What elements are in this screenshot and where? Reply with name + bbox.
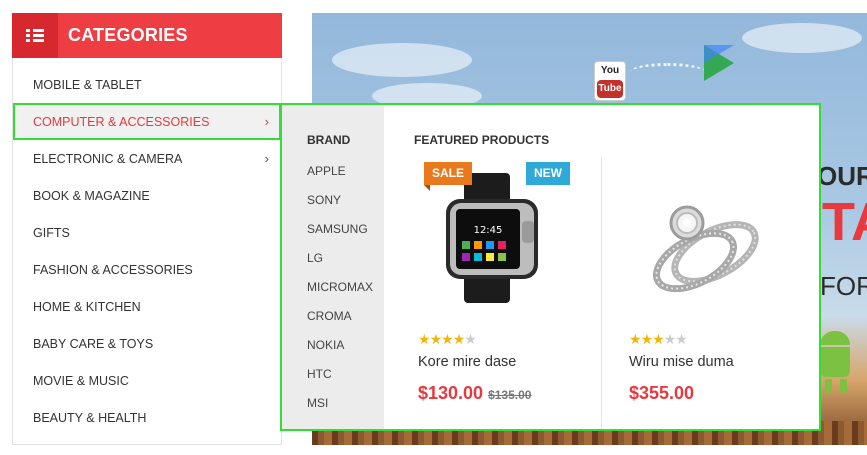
- category-label: BABY CARE & TOYS: [33, 336, 154, 351]
- category-item-home-kitchen[interactable]: HOME & KITCHEN: [13, 288, 281, 325]
- youtube-logo-bottom-text: Tube: [597, 80, 623, 98]
- banner-headline-line3: FOR: [820, 271, 867, 301]
- current-price: $355.00: [629, 383, 695, 403]
- category-item-baby-care-toys[interactable]: BABY CARE & TOYS: [13, 325, 281, 362]
- star-filled-icon: ★: [418, 331, 431, 347]
- product-divider: [601, 157, 602, 429]
- featured-products-heading: FEATURED PRODUCTS: [414, 133, 550, 147]
- dotted-arc-decoration: [630, 63, 705, 81]
- star-filled-icon: ★: [452, 331, 466, 347]
- category-item-gifts[interactable]: GIFTS: [13, 214, 281, 251]
- star-filled-icon: ★: [652, 331, 665, 347]
- cloud-decoration: [332, 43, 472, 77]
- star-empty-icon: ★: [663, 331, 677, 347]
- category-item-fashion-accessories[interactable]: FASHION & ACCESSORIES: [13, 251, 281, 288]
- youtube-logo-top-text: You: [600, 65, 620, 76]
- product-price: $130.00 $135.00: [418, 383, 531, 404]
- category-label: BEAUTY & HEALTH: [33, 410, 147, 425]
- star-filled-icon: ★: [441, 331, 454, 347]
- brand-column: [282, 105, 384, 429]
- star-rating: ★★★★★: [418, 331, 477, 348]
- brand-link-nokia[interactable]: NOKIA: [307, 338, 344, 352]
- mega-menu-panel: BRAND APPLE SONY SAMSUNG LG MICROMAX CRO…: [280, 103, 821, 431]
- star-empty-icon: ★: [464, 331, 477, 347]
- category-label: COMPUTER & ACCESSORIES: [33, 114, 210, 129]
- brand-link-micromax[interactable]: MICROMAX: [307, 280, 373, 294]
- category-list: MOBILE & TABLET COMPUTER & ACCESSORIES ›…: [12, 58, 282, 445]
- category-item-book-magazine[interactable]: BOOK & MAGAZINE: [13, 177, 281, 214]
- banner-headline-line2: TA: [822, 192, 867, 252]
- brand-link-lg[interactable]: LG: [307, 251, 323, 265]
- android-mascot-icon: [820, 331, 850, 397]
- category-item-computer-accessories[interactable]: COMPUTER & ACCESSORIES ›: [13, 103, 281, 140]
- star-filled-icon: ★: [429, 331, 443, 347]
- star-filled-icon: ★: [629, 331, 642, 347]
- brand-link-samsung[interactable]: SAMSUNG: [307, 222, 368, 236]
- category-label: ELECTRONIC & CAMERA: [33, 151, 183, 166]
- play-store-icon-accent: [704, 45, 734, 81]
- list-icon: [12, 13, 58, 58]
- chevron-right-icon: ›: [264, 151, 269, 166]
- svg-text:12:45: 12:45: [474, 225, 503, 236]
- category-label: MOVIE & MUSIC: [33, 373, 129, 388]
- categories-title: CATEGORIES: [68, 25, 188, 45]
- category-label: MOBILE & TABLET: [33, 77, 142, 92]
- brand-link-apple[interactable]: APPLE: [307, 164, 346, 178]
- category-item-electronic-camera[interactable]: ELECTRONIC & CAMERA ›: [13, 140, 281, 177]
- sale-badge: SALE: [424, 162, 473, 191]
- category-label: FASHION & ACCESSORIES: [33, 262, 193, 277]
- category-item-beauty-health[interactable]: BEAUTY & HEALTH: [13, 399, 281, 436]
- star-empty-icon: ★: [675, 331, 688, 347]
- category-item-movie-music[interactable]: MOVIE & MUSIC: [13, 362, 281, 399]
- brand-heading: BRAND: [307, 133, 351, 147]
- category-label: BOOK & MAGAZINE: [33, 188, 150, 203]
- product-price: $355.00: [629, 383, 694, 404]
- brand-link-msi[interactable]: MSI: [307, 396, 328, 410]
- banner-headline-line1: OUR: [817, 161, 867, 191]
- diamond-ring-image[interactable]: [627, 161, 777, 311]
- product-name[interactable]: Kore mire dase: [418, 354, 516, 370]
- brand-link-croma[interactable]: CROMA: [307, 309, 352, 323]
- new-badge: NEW: [526, 162, 570, 185]
- old-price: $135.00: [488, 388, 532, 402]
- category-label: HOME & KITCHEN: [33, 299, 141, 314]
- category-label: GIFTS: [33, 225, 70, 240]
- current-price: $130.00: [418, 383, 484, 403]
- cloud-decoration: [742, 23, 862, 53]
- chevron-right-icon: ›: [264, 114, 269, 129]
- brand-link-htc[interactable]: HTC: [307, 367, 332, 381]
- star-rating: ★★★★★: [629, 331, 688, 348]
- youtube-logo: You Tube: [594, 61, 626, 101]
- categories-header[interactable]: CATEGORIES: [12, 13, 282, 58]
- category-item-mobile-tablet[interactable]: MOBILE & TABLET: [13, 66, 281, 103]
- star-filled-icon: ★: [640, 331, 654, 347]
- brand-link-sony[interactable]: SONY: [307, 193, 341, 207]
- product-name[interactable]: Wiru mise duma: [629, 354, 734, 370]
